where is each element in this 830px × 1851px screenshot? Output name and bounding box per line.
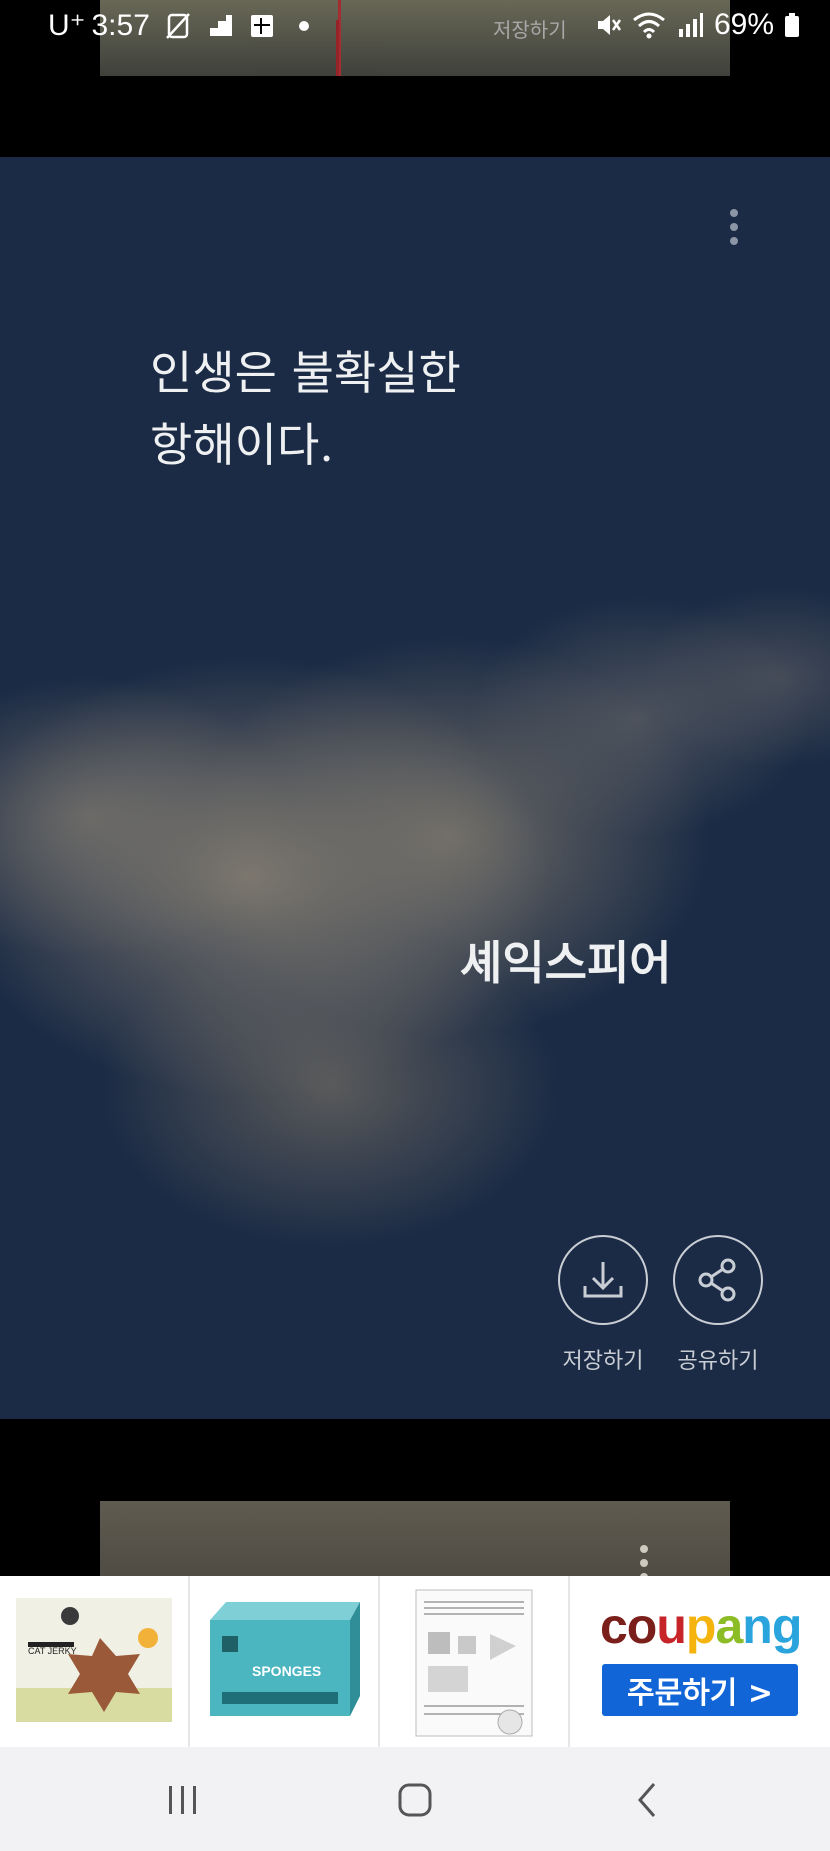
home-icon[interactable] <box>385 1775 445 1825</box>
sponges-text: SPONGES <box>252 1663 321 1679</box>
wifi-icon <box>632 11 666 39</box>
no-sim-notification-icon <box>164 12 192 40</box>
share-label: 공유하기 <box>677 1349 759 1374</box>
cat-jerky-image: CAT JERKY <box>16 1598 172 1722</box>
ghost-save-label: 저장하기 <box>493 20 567 42</box>
ad-banner[interactable]: CAT JERKY SPONGES coupang 주문하기 > <box>0 1576 830 1747</box>
stairs-notification-icon <box>206 12 234 40</box>
ad-item-cat-jerky[interactable]: CAT JERKY <box>0 1576 190 1747</box>
battery-percent: 69% <box>713 8 774 41</box>
ad-item-coupang[interactable]: coupang 주문하기 > <box>570 1576 830 1747</box>
cat-jerky-text: CAT JERKY <box>28 1646 77 1656</box>
wire-rack-image <box>415 1589 533 1737</box>
navigation-bar <box>0 1747 830 1851</box>
clock: 3:57 <box>91 8 150 42</box>
download-icon[interactable] <box>558 1235 648 1325</box>
save-button[interactable]: 저장하기 <box>558 1235 648 1375</box>
quote-text: 인생은 불확실한 항해이다. <box>150 346 461 472</box>
coupang-logo: coupang <box>600 1598 802 1654</box>
more-options-icon[interactable] <box>728 209 740 253</box>
recent-apps-icon[interactable] <box>153 1775 213 1825</box>
order-button[interactable]: 주문하기 > <box>602 1664 798 1716</box>
share-button[interactable]: 공유하기 <box>673 1235 763 1375</box>
ad-item-wire-rack[interactable] <box>380 1576 570 1747</box>
share-icon[interactable] <box>673 1235 763 1325</box>
back-icon[interactable] <box>618 1775 678 1825</box>
save-label: 저장하기 <box>562 1349 644 1374</box>
carrier-label: U⁺ <box>48 9 86 42</box>
mute-icon <box>594 11 622 39</box>
quote-card[interactable]: 인생은 불확실한 항해이다. 셰익스피어 저장하기 공유하기 <box>0 157 830 1419</box>
quote-author: 셰익스피어 <box>460 936 672 990</box>
signal-icon <box>676 11 704 39</box>
sponges-image: SPONGES <box>210 1602 360 1716</box>
dot-notification-icon <box>290 12 318 40</box>
status-bar: 저장하기 U⁺ 3:57 69% <box>0 0 830 76</box>
battery-icon <box>784 11 800 39</box>
next-card-peek[interactable] <box>100 1501 730 1581</box>
grid-notification-icon <box>248 12 276 40</box>
ad-item-sponges[interactable]: SPONGES <box>190 1576 380 1747</box>
